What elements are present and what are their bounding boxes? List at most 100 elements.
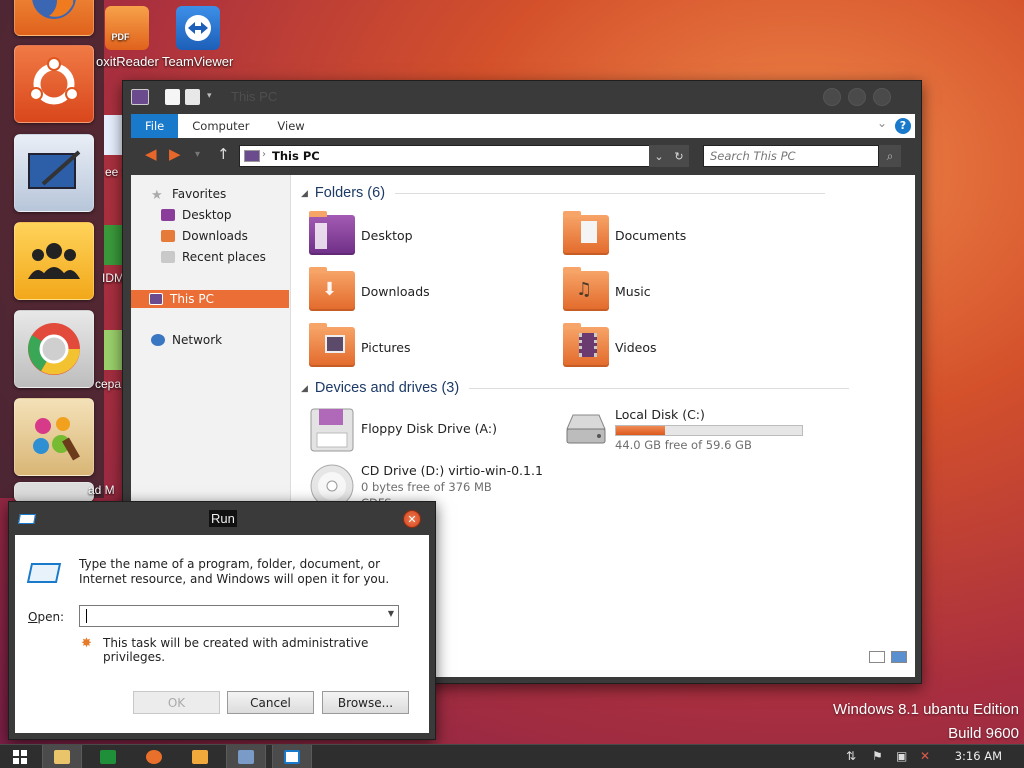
desktop-partial-icon bbox=[104, 115, 122, 155]
paint-icon[interactable] bbox=[14, 398, 94, 476]
open-input[interactable]: ▼ bbox=[79, 605, 399, 627]
divider bbox=[469, 387, 850, 389]
explorer-titlebar[interactable]: ▾ This PC bbox=[123, 81, 921, 113]
recent-locations-icon[interactable]: ▾ bbox=[195, 149, 200, 160]
folder-videos[interactable]: Videos bbox=[563, 323, 657, 367]
ok-button[interactable]: OK bbox=[133, 691, 220, 714]
expand-ribbon-icon[interactable]: ⌄ bbox=[877, 116, 887, 130]
floppy-icon bbox=[310, 408, 354, 452]
nav-network[interactable]: Network bbox=[151, 333, 222, 347]
network-arrows-icon[interactable]: ⇅ bbox=[846, 749, 856, 763]
close-button[interactable] bbox=[873, 88, 891, 106]
folder-name: Desktop bbox=[361, 227, 413, 243]
text-caret bbox=[86, 609, 87, 623]
browse-button[interactable]: Browse... bbox=[322, 691, 409, 714]
drive-floppy[interactable]: Floppy Disk Drive (A:) bbox=[309, 407, 497, 453]
teamviewer-icon bbox=[175, 6, 220, 50]
launcher bbox=[0, 0, 104, 502]
admin-shield-icon: ✸ bbox=[81, 636, 92, 651]
clock[interactable]: 3:16 AM bbox=[955, 749, 1002, 763]
nav-favorites[interactable]: ★ Favorites bbox=[151, 187, 227, 203]
volume-muted-icon[interactable]: ✕ bbox=[920, 749, 930, 763]
back-arrow-icon[interactable]: ◀ bbox=[145, 145, 157, 163]
admin-note: This task will be created with administr… bbox=[103, 636, 369, 664]
close-button[interactable]: ✕ bbox=[403, 510, 421, 528]
this-pc-icon bbox=[149, 293, 163, 305]
taskbar-media-player[interactable] bbox=[180, 745, 220, 768]
remote-desktop-icon[interactable] bbox=[14, 134, 94, 212]
folder-downloads[interactable]: ⬇ Downloads bbox=[309, 267, 430, 311]
start-button[interactable] bbox=[0, 745, 40, 768]
documents-folder-icon bbox=[563, 211, 609, 255]
hard-disk-icon bbox=[566, 414, 606, 444]
address-dropdown-icon[interactable]: ⌄ bbox=[654, 150, 663, 163]
run-dialog-body: Type the name of a program, folder, docu… bbox=[15, 535, 429, 733]
disk-usage-bar bbox=[615, 425, 803, 436]
cancel-button[interactable]: Cancel bbox=[227, 691, 314, 714]
properties-icon[interactable] bbox=[165, 89, 180, 105]
desktop-icon-foxit[interactable]: PDF oxitReader bbox=[96, 6, 159, 69]
media-player-icon bbox=[192, 750, 208, 764]
nav-recent-places[interactable]: Recent places bbox=[161, 250, 266, 264]
folders-group-header[interactable]: ◢ Folders (6) bbox=[301, 185, 826, 201]
chromium-icon[interactable] bbox=[14, 310, 94, 388]
taskbar-firefox[interactable] bbox=[134, 745, 174, 768]
tab-view[interactable]: View bbox=[263, 114, 318, 138]
folder-documents[interactable]: Documents bbox=[563, 211, 687, 255]
people-icon[interactable] bbox=[14, 222, 94, 300]
folder-name: Documents bbox=[615, 227, 687, 243]
nav-downloads[interactable]: Downloads bbox=[161, 229, 248, 243]
customize-toolbar-chevron-icon[interactable]: ▾ bbox=[207, 91, 215, 107]
folder-desktop[interactable]: Desktop bbox=[309, 211, 413, 255]
nav-label: Favorites bbox=[172, 187, 227, 201]
folder-pictures[interactable]: Pictures bbox=[309, 323, 411, 367]
ubuntu-icon[interactable] bbox=[14, 45, 94, 123]
devices-group-header[interactable]: ◢ Devices and drives (3) bbox=[301, 380, 850, 396]
drive-local-disk-c[interactable]: Local Disk (C:) 44.0 GB free of 59.6 GB bbox=[563, 407, 803, 453]
folder-name: Downloads bbox=[361, 283, 430, 299]
taskbar-run[interactable] bbox=[272, 745, 312, 768]
start-icon bbox=[13, 750, 27, 764]
desktop-folder-icon bbox=[309, 211, 355, 255]
search-icon[interactable]: ⌕ bbox=[879, 145, 901, 167]
foxit-pdf-icon: PDF bbox=[105, 6, 150, 50]
run-description: Type the name of a program, folder, docu… bbox=[79, 557, 390, 586]
taskbar-network-tool[interactable] bbox=[226, 745, 266, 768]
folder-music[interactable]: ♫ Music bbox=[563, 267, 651, 311]
address-bar[interactable]: › This PC bbox=[239, 145, 689, 167]
desktop-icon-label: TeamViewer bbox=[162, 54, 234, 69]
large-icons-view-icon[interactable] bbox=[891, 651, 907, 663]
keyboard-icon[interactable] bbox=[14, 482, 94, 502]
action-center-flag-icon[interactable]: ⚑ bbox=[872, 749, 883, 763]
taskbar-file-explorer[interactable] bbox=[42, 745, 82, 768]
desktop-partial-icon bbox=[104, 225, 122, 265]
maximize-button[interactable] bbox=[848, 88, 866, 106]
search-input[interactable]: Search This PC bbox=[703, 145, 879, 167]
tab-file[interactable]: File bbox=[131, 114, 179, 138]
nav-this-pc[interactable]: This PC bbox=[131, 290, 289, 308]
nav-label: Downloads bbox=[182, 229, 248, 243]
firefox-icon[interactable] bbox=[14, 0, 94, 36]
network-status-icon[interactable]: ▣ bbox=[896, 749, 907, 763]
details-view-icon[interactable] bbox=[869, 651, 885, 663]
group-title: Devices and drives (3) bbox=[314, 380, 460, 396]
star-icon: ★ bbox=[151, 188, 163, 203]
open-label: Open: bbox=[28, 610, 64, 624]
chevron-down-icon[interactable]: ▼ bbox=[388, 609, 394, 618]
desktop-icon bbox=[161, 209, 175, 221]
refresh-icon[interactable]: ↻ bbox=[674, 150, 683, 163]
group-title: Folders (6) bbox=[314, 185, 386, 201]
forward-arrow-icon[interactable]: ▶ bbox=[169, 145, 181, 163]
desktop-icon-teamviewer[interactable]: TeamViewer bbox=[162, 6, 233, 69]
this-pc-icon bbox=[131, 89, 149, 105]
dialog-title: Run bbox=[209, 510, 237, 527]
help-icon[interactable]: ? bbox=[895, 118, 911, 134]
tab-computer[interactable]: Computer bbox=[178, 114, 263, 138]
minimize-button[interactable] bbox=[823, 88, 841, 106]
ribbon-tabs: File Computer View ⌄ ? bbox=[131, 114, 915, 138]
taskbar-excel[interactable] bbox=[88, 745, 128, 768]
new-folder-icon[interactable] bbox=[185, 89, 200, 105]
nav-desktop[interactable]: Desktop bbox=[161, 208, 232, 222]
edition-watermark: Windows 8.1 ubantu Edition bbox=[833, 701, 1019, 718]
up-arrow-icon[interactable]: ↑ bbox=[217, 145, 230, 163]
